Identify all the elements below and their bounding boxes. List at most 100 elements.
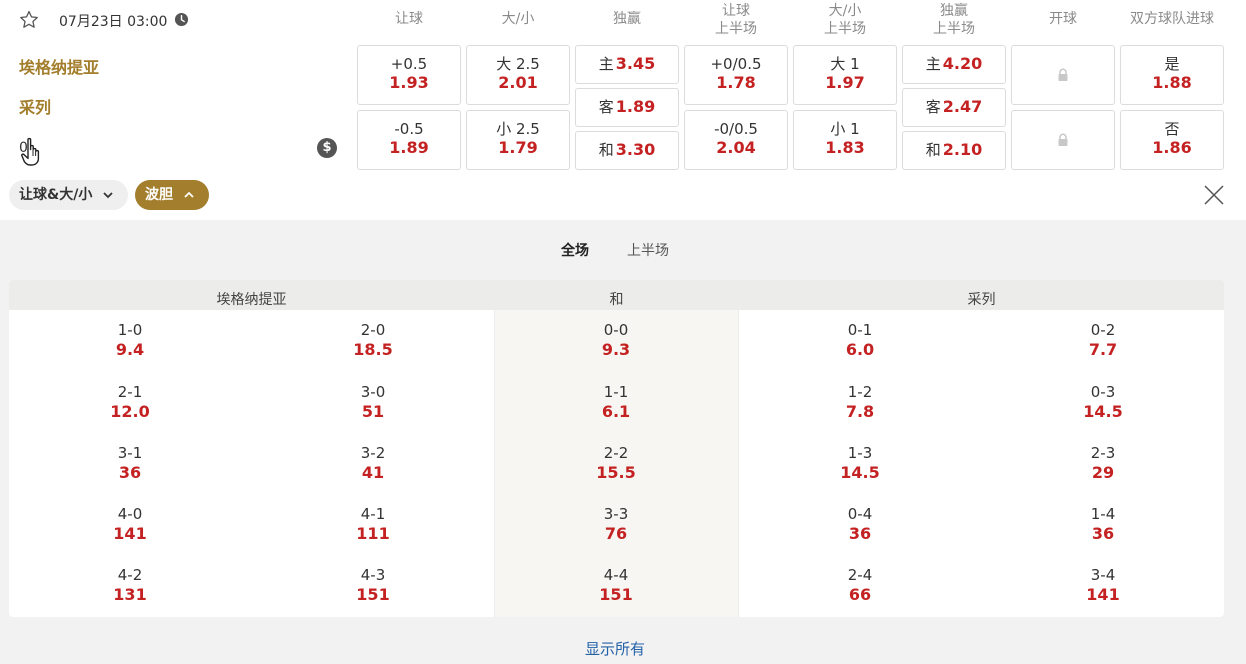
- correct-score-cell[interactable]: 2-0 18.5: [313, 321, 433, 360]
- correct-score-cell[interactable]: 0-1 6.0: [800, 321, 920, 360]
- score-odds: 111: [356, 524, 390, 543]
- score-odds: 18.5: [353, 340, 393, 359]
- home-team-name[interactable]: 埃格纳提亚: [19, 54, 99, 78]
- odds-value: 1.89: [389, 138, 429, 157]
- correct-score-cell[interactable]: 3-0 51: [313, 383, 433, 422]
- moneyline-away-odds[interactable]: 客 1.89: [575, 88, 679, 127]
- correct-score-cell[interactable]: 4-3 151: [313, 566, 433, 605]
- correct-score-cell[interactable]: 4-0 141: [70, 505, 190, 544]
- score-label: 3-2: [360, 444, 386, 462]
- score-label: 1-1: [603, 383, 629, 401]
- score-label: 2-4: [847, 566, 873, 584]
- correct-score-cell[interactable]: 2-3 29: [1043, 444, 1163, 483]
- correct-score-cell[interactable]: 3-2 41: [313, 444, 433, 483]
- moneyline-home-odds[interactable]: 主 3.45: [575, 45, 679, 84]
- score-label: 1-0: [117, 321, 143, 339]
- odds-value: 1.93: [389, 73, 429, 92]
- away-team-name[interactable]: 采列: [19, 94, 51, 118]
- odds-value: 2.01: [498, 73, 538, 92]
- correct-score-cell[interactable]: 1-0 9.4: [70, 321, 190, 360]
- correct-score-cell[interactable]: 2-1 12.0: [70, 383, 190, 422]
- score-odds: 151: [356, 585, 390, 604]
- tab-first-half[interactable]: 上半场: [627, 240, 669, 260]
- btts-no-odds[interactable]: 否 1.86: [1120, 110, 1224, 170]
- odds-value: 3.30: [615, 140, 656, 159]
- lock-icon: [1058, 133, 1068, 146]
- score-odds: 15.5: [596, 463, 636, 482]
- over-1h-odds[interactable]: 大 1 1.97: [793, 45, 897, 105]
- show-all-link[interactable]: 显示所有: [585, 638, 645, 659]
- match-datetime: 07月23日 03:00: [59, 14, 168, 30]
- score-odds: 36: [848, 524, 872, 543]
- close-icon[interactable]: [1202, 183, 1226, 207]
- score-label: 4-1: [360, 505, 386, 523]
- filter-handicap-over-under[interactable]: 让球&大/小: [9, 180, 128, 210]
- score-odds: 131: [113, 585, 147, 604]
- odds-value: 3.45: [615, 54, 656, 73]
- odds-value: 2.04: [716, 138, 756, 157]
- score-label: 3-4: [1090, 566, 1116, 584]
- score-odds: 41: [361, 463, 385, 482]
- tab-full-time[interactable]: 全场: [561, 240, 589, 260]
- match-panel: 07月23日 03:00 埃格纳提亚 采列 0 $ 让球 大/小 独赢 让球 上…: [0, 0, 1246, 220]
- score-odds: 151: [599, 585, 633, 604]
- handicap-away-odds[interactable]: -0.5 1.89: [357, 110, 461, 170]
- correct-score-cell[interactable]: 3-4 141: [1043, 566, 1163, 605]
- score-label: 3-0: [360, 383, 386, 401]
- moneyline-1h-away-odds[interactable]: 客 2.47: [902, 88, 1006, 127]
- odds-label: -0/0.5: [714, 120, 758, 138]
- score-label: 2-3: [1090, 444, 1116, 462]
- correct-score-cell[interactable]: 2-2 15.5: [556, 444, 676, 483]
- btts-yes-odds[interactable]: 是 1.88: [1120, 45, 1224, 105]
- odds-value: 1.78: [716, 73, 756, 92]
- correct-score-cell[interactable]: 1-2 7.8: [800, 383, 920, 422]
- under-1h-odds[interactable]: 小 1 1.83: [793, 110, 897, 170]
- score-odds: 141: [113, 524, 147, 543]
- under-odds[interactable]: 小 2.5 1.79: [466, 110, 570, 170]
- hand-cursor-icon: [21, 137, 40, 166]
- column-header-btts: 双方球队进球: [1130, 11, 1214, 27]
- score-odds: 12.0: [110, 402, 150, 421]
- moneyline-1h-home-odds[interactable]: 主 4.20: [902, 45, 1006, 84]
- handicap-1h-home-odds[interactable]: +0/0.5 1.78: [684, 45, 788, 105]
- correct-score-cell[interactable]: 0-4 36: [800, 505, 920, 544]
- odds-label: 和: [925, 141, 941, 159]
- moneyline-1h-draw-odds[interactable]: 和 2.10: [902, 131, 1006, 170]
- score-odds: 36: [1091, 524, 1115, 543]
- score-odds: 66: [848, 585, 872, 604]
- column-header-moneyline: 独赢: [613, 11, 641, 27]
- moneyline-draw-odds[interactable]: 和 3.30: [575, 131, 679, 170]
- correct-score-cell[interactable]: 1-1 6.1: [556, 383, 676, 422]
- handicap-1h-away-odds[interactable]: -0/0.5 2.04: [684, 110, 788, 170]
- live-clock-icon: [174, 12, 189, 27]
- score-odds: 14.5: [1083, 402, 1123, 421]
- filter-correct-score[interactable]: 波胆: [135, 180, 209, 210]
- column-header-handicap-1h: 让球 上半场: [715, 3, 757, 37]
- correct-score-cell[interactable]: 2-4 66: [800, 566, 920, 605]
- correct-score-cell[interactable]: 4-2 131: [70, 566, 190, 605]
- odds-value: 1.88: [1152, 73, 1192, 92]
- odds-label: 和: [598, 141, 614, 159]
- correct-score-cell[interactable]: 3-1 36: [70, 444, 190, 483]
- header-away: 采列: [967, 292, 996, 308]
- correct-score-cell[interactable]: 1-4 36: [1043, 505, 1163, 544]
- correct-score-cell[interactable]: 0-2 7.7: [1043, 321, 1163, 360]
- odds-label: 客: [925, 98, 941, 116]
- correct-score-cell[interactable]: 0-3 14.5: [1043, 383, 1163, 422]
- correct-score-cell[interactable]: 4-4 151: [556, 566, 676, 605]
- header-draw: 和: [609, 292, 624, 308]
- score-odds: 141: [1086, 585, 1120, 604]
- odds-label: 小 1: [830, 120, 860, 138]
- score-odds: 6.0: [845, 340, 875, 359]
- odds-label: 大 2.5: [496, 55, 540, 73]
- correct-score-cell[interactable]: 0-0 9.3: [556, 321, 676, 360]
- handicap-home-odds[interactable]: +0.5 1.93: [357, 45, 461, 105]
- score-odds: 9.3: [601, 340, 631, 359]
- odds-value: 1.97: [825, 73, 865, 92]
- correct-score-cell[interactable]: 1-3 14.5: [800, 444, 920, 483]
- over-odds[interactable]: 大 2.5 2.01: [466, 45, 570, 105]
- cash-out-icon[interactable]: $: [317, 138, 337, 158]
- correct-score-cell[interactable]: 3-3 76: [556, 505, 676, 544]
- favorite-star-icon[interactable]: [18, 9, 40, 31]
- correct-score-cell[interactable]: 4-1 111: [313, 505, 433, 544]
